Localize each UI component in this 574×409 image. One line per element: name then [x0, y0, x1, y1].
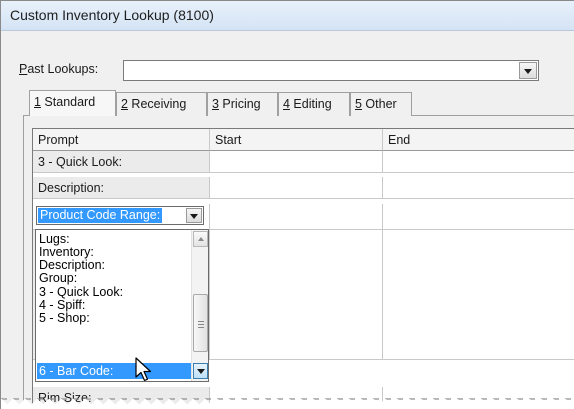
past-lookups-combobox[interactable]	[123, 60, 539, 81]
grip-line	[198, 327, 204, 328]
start-cell[interactable]	[210, 151, 383, 173]
tab-other[interactable]: 5 Other	[350, 92, 412, 116]
start-cell[interactable]	[210, 338, 383, 360]
prompt-cell[interactable]: Description:	[33, 177, 210, 199]
grid-header-row: Prompt Start End	[33, 129, 574, 151]
scrollbar-thumb[interactable]	[193, 294, 208, 352]
mouse-pointer-icon	[135, 357, 152, 382]
start-cell[interactable]	[210, 177, 383, 199]
list-item[interactable]: Group:	[37, 272, 191, 285]
scroll-down-button[interactable]	[193, 363, 208, 379]
end-cell[interactable]	[383, 151, 574, 173]
list-item-selected[interactable]: 6 - Bar Code:	[37, 363, 191, 379]
custom-inventory-lookup-window: Custom Inventory Lookup (8100) Past Look…	[0, 0, 574, 409]
end-cell[interactable]	[383, 204, 574, 230]
scroll-up-button[interactable]	[193, 231, 208, 247]
prompt-dropdown-list[interactable]: Lugs: Inventory: Description: Group: 3 -…	[35, 229, 209, 382]
dropdown-scrollbar[interactable]	[191, 230, 208, 381]
prompt-combobox[interactable]: Product Code Range:	[36, 206, 204, 225]
past-lookups-label: Past Lookups:	[19, 62, 99, 76]
chevron-down-icon	[190, 213, 198, 219]
start-cell[interactable]	[210, 204, 383, 230]
table-row: 3 - Quick Look:	[33, 151, 574, 173]
chevron-down-icon	[196, 369, 205, 374]
end-cell[interactable]	[383, 338, 574, 360]
grip-line	[198, 324, 204, 325]
grip-line	[198, 321, 204, 322]
tab-editing[interactable]: 4 Editing	[278, 92, 350, 116]
torn-edge	[1, 399, 574, 409]
prompt-cell[interactable]: 3 - Quick Look:	[33, 151, 210, 173]
table-row: Product Code Range:	[33, 204, 574, 230]
table-row: Description:	[33, 177, 574, 199]
prompt-dropdown-button[interactable]	[186, 208, 202, 223]
column-header-prompt[interactable]: Prompt	[33, 129, 210, 151]
prompt-cell-editing: Product Code Range:	[33, 204, 210, 230]
tab-pricing[interactable]: 3 Pricing	[207, 92, 278, 116]
column-header-end[interactable]: End	[383, 129, 574, 151]
chevron-down-icon	[524, 68, 532, 74]
prompt-combobox-value: Product Code Range:	[38, 208, 163, 223]
list-item[interactable]: 5 - Shop:	[37, 312, 191, 325]
chevron-up-icon	[197, 237, 204, 241]
tab-standard[interactable]: 1 Standard	[29, 90, 116, 116]
end-cell[interactable]	[383, 177, 574, 199]
window-title: Custom Inventory Lookup (8100)	[1, 1, 574, 31]
tab-receiving[interactable]: 2 Receiving	[116, 92, 207, 116]
past-lookups-dropdown-button[interactable]	[519, 62, 537, 79]
column-header-start[interactable]: Start	[210, 129, 383, 151]
